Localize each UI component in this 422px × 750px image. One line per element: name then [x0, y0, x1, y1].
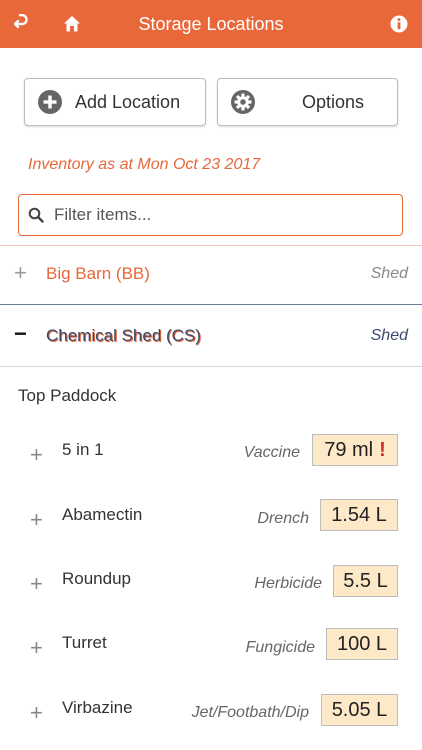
add-circle-icon: [38, 90, 62, 114]
section-title: Top Paddock: [18, 386, 117, 405]
info-icon[interactable]: [387, 12, 411, 36]
options-button[interactable]: Options: [217, 78, 398, 126]
item-name: Roundup: [62, 569, 132, 588]
item-name: 5 in 1: [62, 440, 104, 459]
add-location-label: Add Location: [75, 91, 181, 112]
item-category: Jet/Footbath/Dip: [191, 704, 309, 721]
quantity-value: 100 L: [336, 632, 388, 655]
add-location-button[interactable]: Add Location: [24, 78, 206, 126]
expand-icon[interactable]: +: [30, 700, 43, 726]
quantity-value: 1.54 L: [331, 503, 387, 526]
item-category: Vaccine: [243, 444, 300, 461]
page-title: Storage Locations: [138, 14, 284, 34]
filter-input[interactable]: [52, 204, 386, 226]
expand-icon[interactable]: +: [30, 635, 43, 661]
quantity-value: 79 ml: [324, 438, 374, 461]
gear-icon: [231, 90, 255, 114]
alert-icon: !: [379, 438, 386, 461]
top-bar: Storage Locations: [0, 0, 422, 48]
expand-icon: +: [14, 260, 27, 285]
quantity-value: 5.5 L: [343, 569, 388, 592]
item-category: Herbicide: [254, 575, 322, 592]
search-icon: [28, 207, 44, 223]
expand-icon[interactable]: +: [30, 507, 43, 533]
location-type: Shed: [370, 265, 408, 282]
collapse-icon: −: [14, 321, 27, 346]
location-row-big-barn[interactable]: + Big Barn (BB) Shed: [0, 245, 422, 303]
list-item[interactable]: + 5 in 1 Vaccine 79 ml!: [0, 434, 422, 474]
item-name: Virbazine: [62, 698, 133, 717]
quantity-badge[interactable]: 79 ml!: [312, 434, 398, 466]
list-item[interactable]: + Virbazine Jet/Footbath/Dip 5.05 L: [0, 692, 422, 732]
list-item[interactable]: + Abamectin Drench 1.54 L: [0, 499, 422, 539]
item-category: Drench: [257, 510, 309, 527]
expand-icon[interactable]: +: [30, 571, 43, 597]
inventory-date: Inventory as at Mon Oct 23 2017: [28, 156, 261, 173]
item-category: Fungicide: [245, 639, 315, 656]
quantity-value: 5.05 L: [331, 698, 388, 721]
location-row-chemical-shed[interactable]: − Chemical Shed (CS) Shed: [0, 304, 422, 367]
item-name: Abamectin: [62, 505, 143, 524]
list-item[interactable]: + Turret Fungicide 100 L: [0, 627, 422, 667]
quantity-badge[interactable]: 100 L: [326, 628, 398, 660]
location-type: Shed: [370, 327, 408, 344]
location-name: Big Barn (BB): [46, 264, 150, 283]
quantity-badge[interactable]: 5.05 L: [321, 694, 398, 726]
expand-icon[interactable]: +: [30, 442, 43, 468]
options-label: Options: [302, 91, 365, 112]
list-item[interactable]: + Roundup Herbicide 5.5 L: [0, 563, 422, 603]
item-name: Turret: [62, 633, 107, 652]
quantity-badge[interactable]: 5.5 L: [333, 565, 398, 597]
filter-box: [18, 194, 403, 236]
location-name: Chemical Shed (CS): [46, 326, 201, 345]
quantity-badge[interactable]: 1.54 L: [320, 499, 398, 531]
